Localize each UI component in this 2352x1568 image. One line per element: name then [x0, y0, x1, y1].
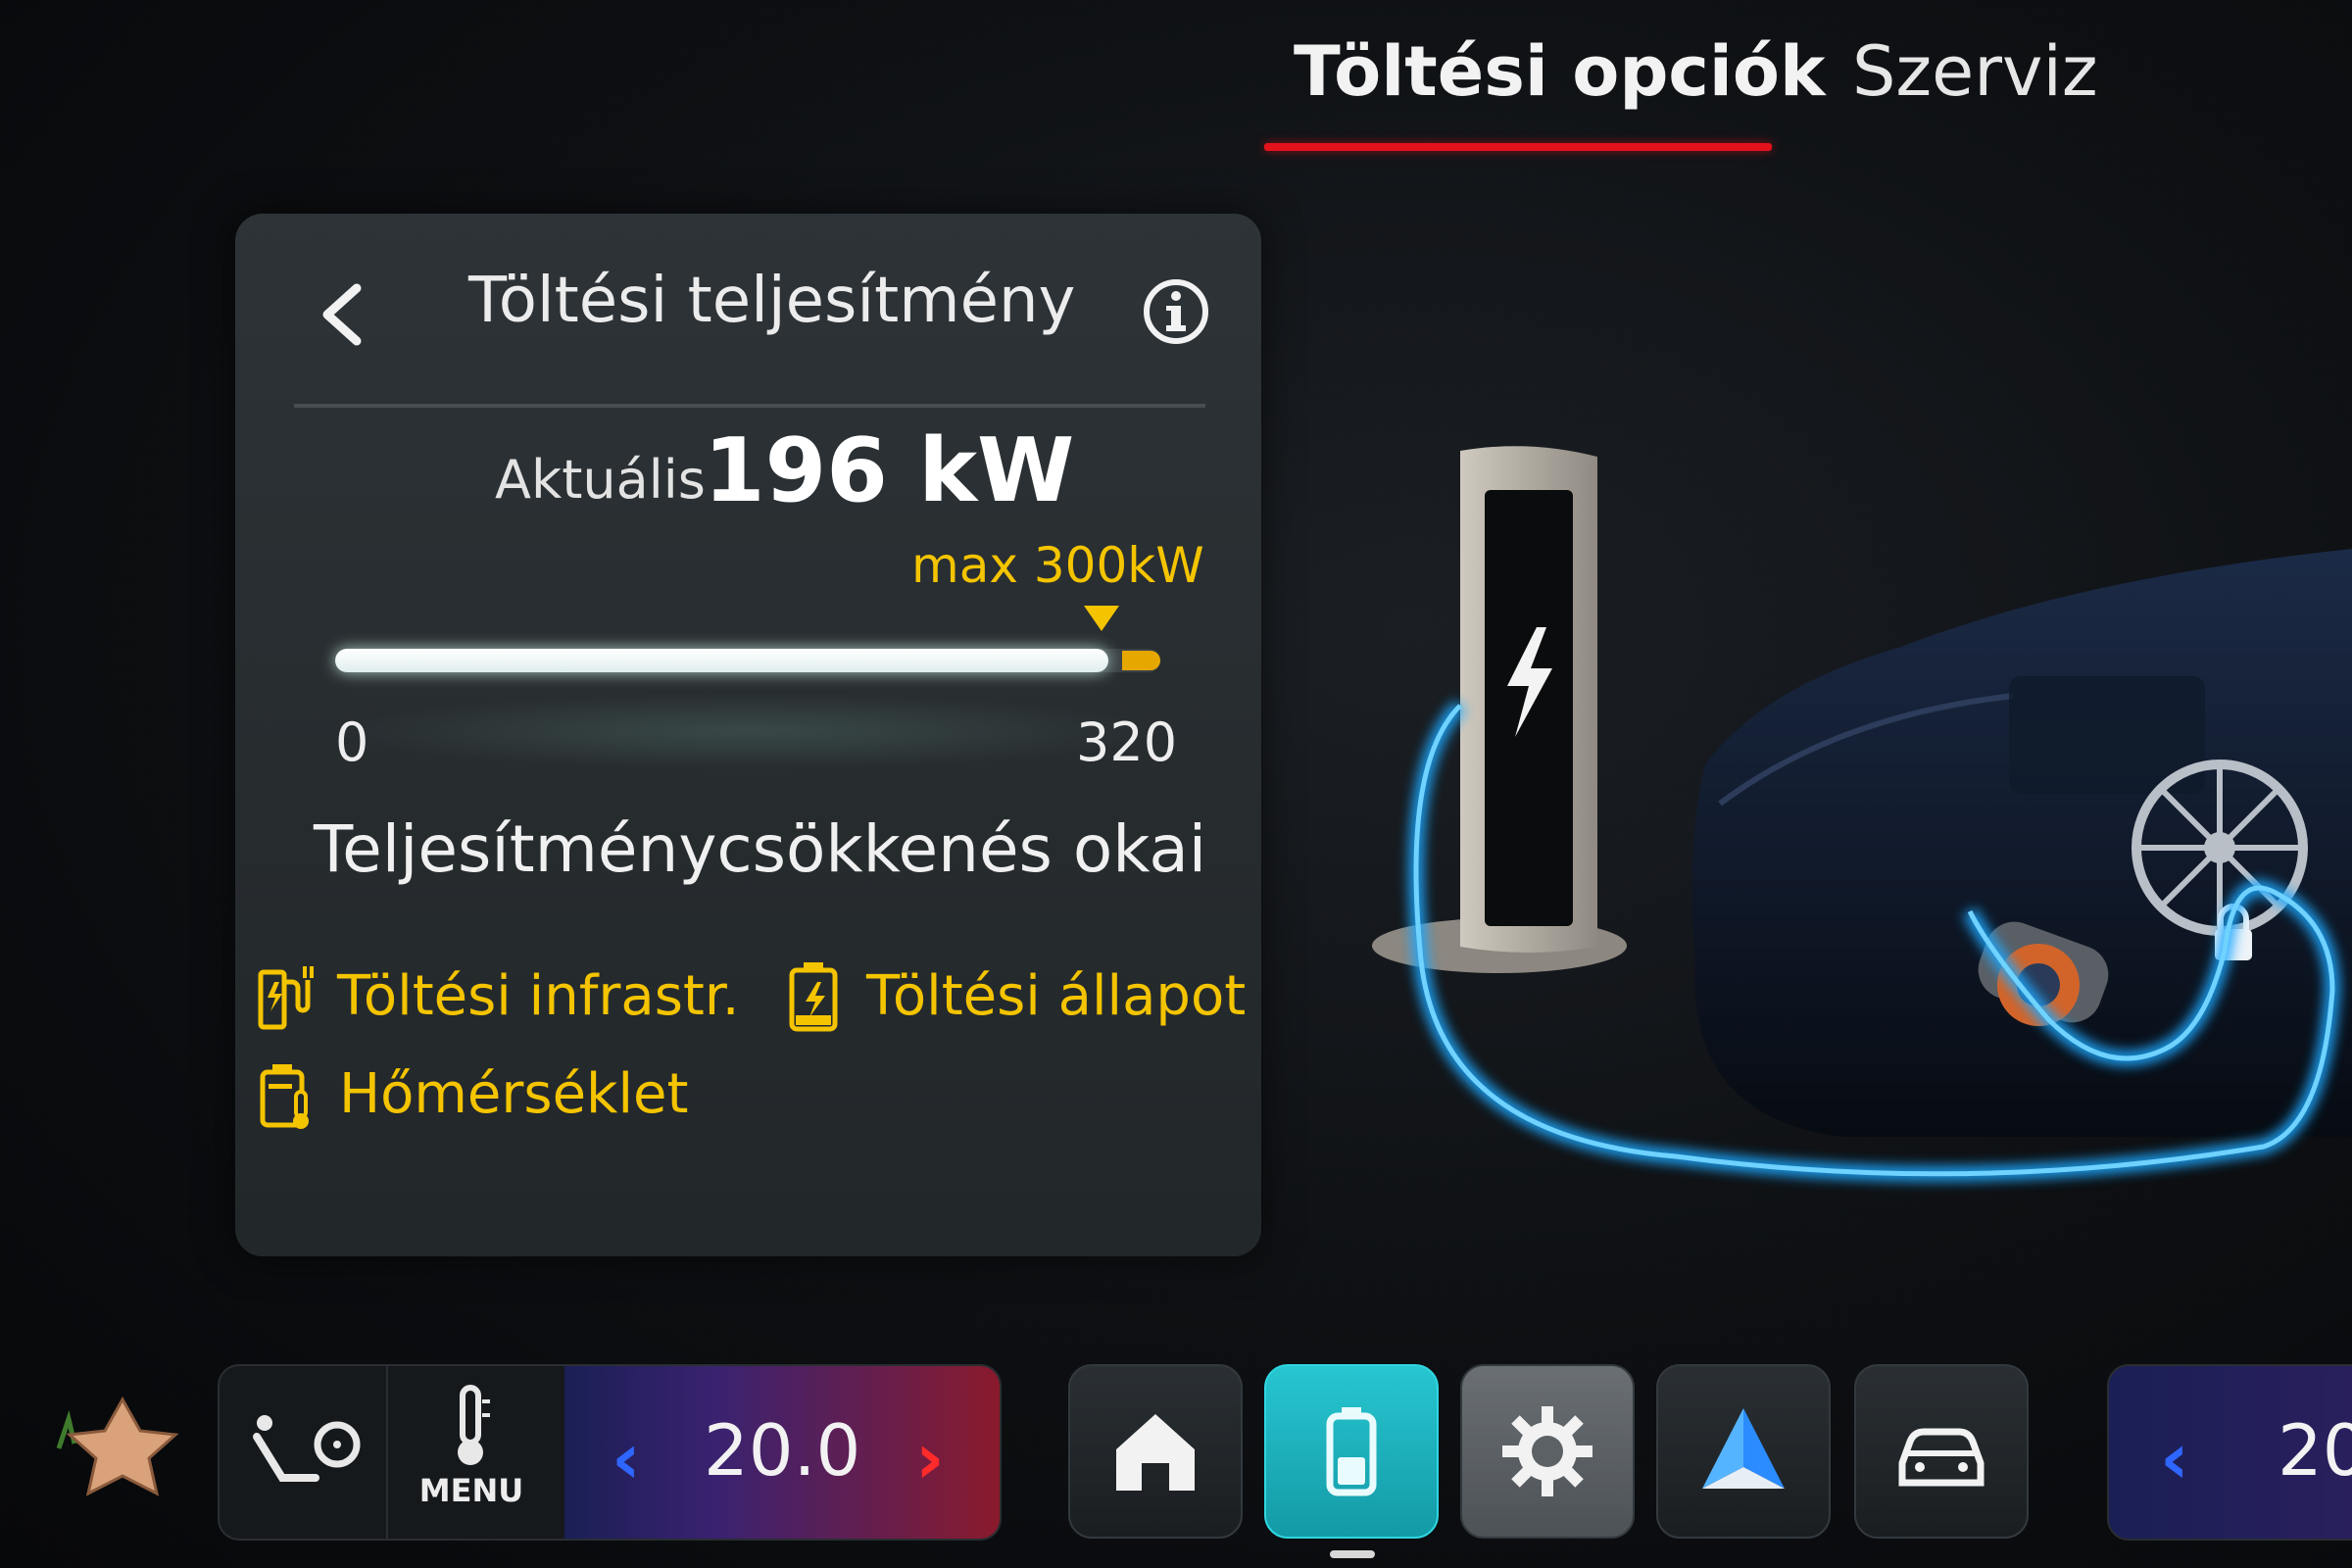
temperature-value: 20.0 [704, 1409, 861, 1492]
navigation-arrow-icon [1702, 1408, 1785, 1489]
car-icon [1898, 1428, 1984, 1487]
charging-button[interactable] [1264, 1364, 1439, 1539]
scale-min-label: 0 [335, 711, 369, 773]
chevron-left-icon[interactable] [314, 280, 372, 349]
panel-header: Töltési teljesítmény [235, 214, 1261, 406]
climate-menu-button[interactable]: MENU [388, 1366, 555, 1539]
reason-charge-state[interactable]: Töltési állapot [784, 958, 1246, 1033]
home-icon [1116, 1414, 1195, 1491]
reason-label: Hőmérséklet [339, 1061, 689, 1126]
temp-increase-button[interactable]: › [915, 1417, 945, 1499]
menu-label: MENU [418, 1472, 524, 1509]
seat-steering-heat-icon [253, 1415, 361, 1482]
reason-temperature[interactable]: Hőmérséklet [257, 1056, 688, 1131]
header-divider [294, 404, 1205, 408]
battery-icon [1326, 1407, 1377, 1496]
temperature-control-left: ‹ 20.0 › [564, 1366, 1000, 1539]
settings-button[interactable] [1460, 1364, 1635, 1539]
current-power-value: 196 kW [704, 419, 1075, 522]
power-bar-max-segment [1122, 651, 1160, 670]
power-bar-fill [335, 649, 1109, 672]
charging-station-illustration [1372, 446, 2352, 1182]
navigation-button[interactable] [1656, 1364, 1831, 1539]
reason-charging-infrastructure[interactable]: Töltési infrastr. [255, 958, 740, 1033]
current-power-label: Aktuális [495, 449, 706, 511]
battery-charge-icon [789, 962, 838, 1032]
home-button[interactable] [1068, 1364, 1243, 1539]
scale-max-label: 320 [1076, 711, 1178, 773]
power-bar [335, 649, 1160, 672]
max-power-label: max 300kW [911, 537, 1204, 594]
power-bar-glow [335, 692, 1160, 770]
tab-service[interactable]: Szerviz [1852, 31, 2098, 112]
temp-decrease-button-right[interactable]: ‹ [2160, 1417, 2189, 1499]
climate-controls: MENU ‹ 20.0 › [218, 1364, 1002, 1541]
charging-infrastructure-icon [258, 966, 314, 1030]
thermometer-icon [458, 1385, 490, 1465]
temp-decrease-button[interactable]: ‹ [612, 1417, 641, 1499]
tab-charging-options[interactable]: Töltési opciók [1294, 31, 1826, 112]
reason-label: Töltési infrastr. [337, 963, 740, 1028]
max-power-marker [1084, 606, 1119, 631]
battery-temperature-icon [260, 1064, 309, 1129]
seat-steering-heat-button[interactable] [220, 1366, 388, 1539]
active-dock-indicator [1330, 1550, 1375, 1558]
temperature-value-right: 20 [2278, 1409, 2352, 1492]
star-decoration [56, 1396, 179, 1496]
reduction-reasons-title: Teljesítménycsökkenés okai [314, 811, 1207, 887]
reason-label: Töltési állapot [866, 963, 1247, 1028]
active-tab-indicator [1264, 143, 1772, 151]
car-illustration [1691, 549, 2352, 1137]
gear-icon [1502, 1406, 1592, 1496]
temperature-control-right: ‹ 20 [2107, 1364, 2352, 1541]
info-icon[interactable] [1141, 276, 1211, 347]
charging-station [1460, 446, 1597, 953]
vehicle-button[interactable] [1854, 1364, 2029, 1539]
panel-title: Töltési teljesítmény [468, 265, 1076, 337]
charging-power-panel: Töltési teljesítmény Aktuális 196 kW max… [235, 214, 1261, 1256]
